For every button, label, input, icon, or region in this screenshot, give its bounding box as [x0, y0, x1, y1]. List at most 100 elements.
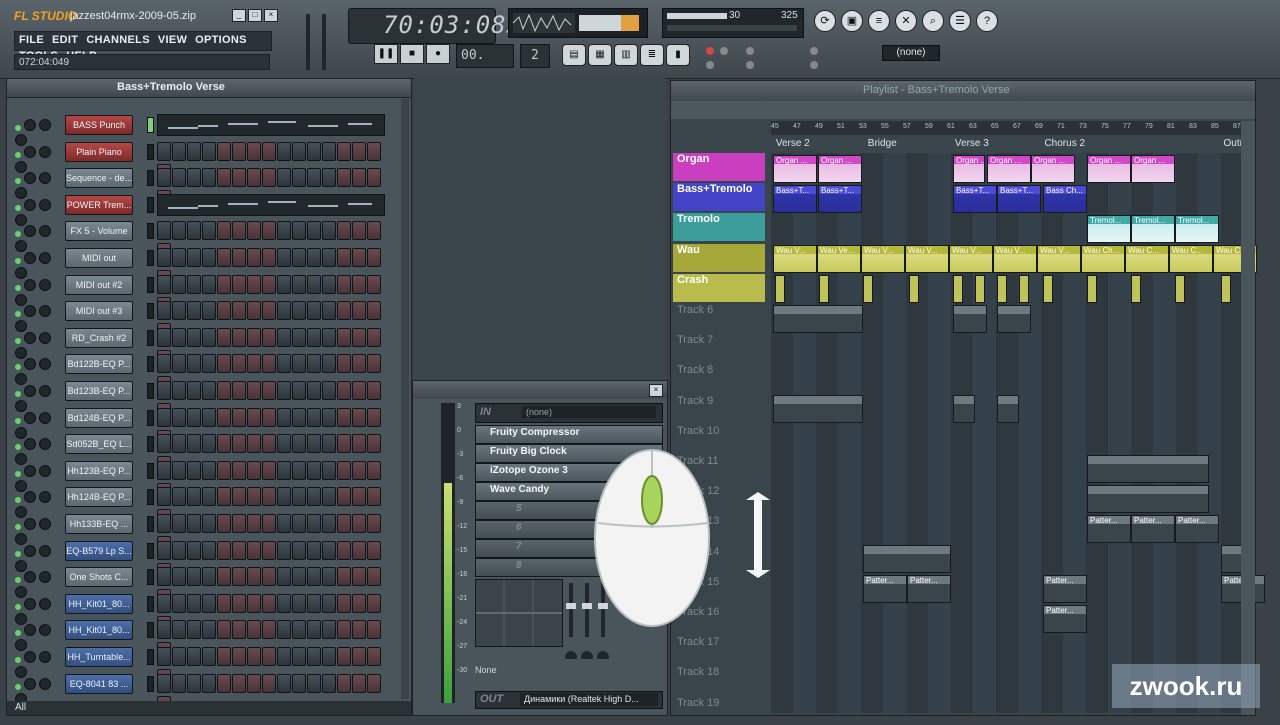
step-button[interactable]: [367, 407, 381, 427]
step-button[interactable]: [187, 673, 201, 693]
pattern-clip[interactable]: [863, 275, 873, 303]
list-icon[interactable]: ≣: [640, 44, 664, 66]
step-button[interactable]: [172, 381, 186, 400]
playlist-icon[interactable]: ☰: [949, 10, 971, 32]
step-sequencer[interactable]: [157, 354, 383, 396]
pattern-clip[interactable]: [775, 275, 785, 303]
step-button[interactable]: [367, 354, 381, 374]
time-marker[interactable]: Verse 3: [955, 138, 989, 149]
step-button[interactable]: [202, 460, 216, 480]
step-button[interactable]: [352, 354, 366, 374]
step-button[interactable]: [262, 567, 276, 587]
channel-select-led[interactable]: [147, 303, 154, 320]
channel-button[interactable]: Bd123B-EQ P...: [65, 381, 133, 401]
piano-roll-preview[interactable]: [157, 193, 385, 216]
step-button[interactable]: [367, 487, 381, 507]
channel-knobs[interactable]: [15, 305, 63, 333]
step-button[interactable]: [172, 354, 186, 374]
step-button[interactable]: [217, 221, 231, 241]
step-button[interactable]: [307, 407, 321, 427]
channel-knobs[interactable]: [15, 225, 63, 253]
step-button[interactable]: [307, 514, 321, 533]
step-button[interactable]: [337, 567, 351, 587]
step-button[interactable]: [292, 593, 306, 613]
step-button[interactable]: [367, 327, 381, 347]
step-button[interactable]: [307, 221, 321, 241]
step-button[interactable]: [172, 647, 186, 666]
step-button[interactable]: [367, 248, 381, 267]
step-button[interactable]: [217, 647, 231, 666]
track-header[interactable]: Track 19: [673, 697, 765, 725]
step-button[interactable]: [322, 407, 336, 427]
step-button[interactable]: [247, 221, 261, 241]
step-button[interactable]: [277, 434, 291, 454]
step-button[interactable]: [157, 327, 171, 347]
pattern-clip[interactable]: Patter...: [1043, 575, 1087, 603]
step-button[interactable]: [262, 593, 276, 613]
channel-knobs[interactable]: [15, 518, 63, 545]
pattern-clip[interactable]: [773, 395, 863, 423]
step-button[interactable]: [172, 327, 186, 347]
step-button[interactable]: [352, 540, 366, 560]
step-button[interactable]: [277, 647, 291, 666]
step-button[interactable]: [337, 221, 351, 241]
step-button[interactable]: [247, 274, 261, 294]
menu-file[interactable]: FILE: [15, 32, 48, 48]
step-button[interactable]: [232, 514, 246, 533]
step-button[interactable]: [277, 540, 291, 560]
step-button[interactable]: [247, 673, 261, 693]
step-button[interactable]: [367, 381, 381, 400]
step-button[interactable]: [367, 620, 381, 640]
channel-select-led[interactable]: [147, 649, 154, 665]
step-button[interactable]: [307, 301, 321, 321]
step-button[interactable]: [247, 327, 261, 347]
step-button[interactable]: [262, 620, 276, 640]
step-sequencer[interactable]: [157, 248, 383, 289]
step-button[interactable]: [217, 407, 231, 427]
step-button[interactable]: [262, 514, 276, 533]
step-button[interactable]: [247, 460, 261, 480]
step-button[interactable]: [277, 381, 291, 400]
step-button[interactable]: [307, 381, 321, 400]
step-button[interactable]: [247, 593, 261, 613]
step-button[interactable]: [307, 168, 321, 188]
channel-button[interactable]: Hh124B-EQ P...: [65, 487, 133, 508]
step-button[interactable]: [217, 248, 231, 267]
track-header[interactable]: Track 8: [673, 364, 765, 392]
step-button[interactable]: [337, 248, 351, 267]
pattern-clip[interactable]: Wau Ve...: [817, 245, 861, 273]
track-header[interactable]: Organ: [673, 153, 765, 181]
pattern-clip[interactable]: [975, 275, 985, 303]
stop-button[interactable]: ■: [400, 44, 424, 64]
step-button[interactable]: [217, 381, 231, 400]
channel-button[interactable]: MIDI out #2: [65, 274, 133, 295]
channel-knobs[interactable]: [15, 438, 63, 466]
step-button[interactable]: [322, 460, 336, 480]
pattern-clip[interactable]: [1043, 275, 1053, 303]
step-button[interactable]: [157, 514, 171, 533]
step-button[interactable]: [232, 647, 246, 666]
step-button[interactable]: [337, 673, 351, 693]
channel-button[interactable]: Hh133B-EQ ...: [65, 514, 133, 534]
channel-button[interactable]: Sequence - de...: [65, 168, 133, 189]
channel-select-led[interactable]: [147, 117, 154, 133]
step-button[interactable]: [247, 381, 261, 400]
step-button[interactable]: [307, 620, 321, 640]
step-sequencer[interactable]: [157, 487, 383, 529]
step-sequencer[interactable]: [157, 381, 383, 422]
step-button[interactable]: [307, 141, 321, 161]
mixer-icon[interactable]: ≡: [868, 10, 890, 32]
step-button[interactable]: [367, 274, 381, 294]
step-button[interactable]: [217, 274, 231, 294]
step-button[interactable]: [202, 274, 216, 294]
step-button[interactable]: [352, 460, 366, 480]
eq-graph[interactable]: [475, 579, 563, 647]
channel-button[interactable]: FX 5 - Volume: [65, 221, 133, 242]
step-button[interactable]: [232, 354, 246, 374]
step-button[interactable]: [247, 620, 261, 640]
step-button[interactable]: [187, 354, 201, 374]
step-button[interactable]: [157, 248, 171, 267]
pattern-clip[interactable]: Patter...: [1131, 515, 1175, 543]
step-button[interactable]: [322, 168, 336, 188]
step-button[interactable]: [187, 540, 201, 560]
